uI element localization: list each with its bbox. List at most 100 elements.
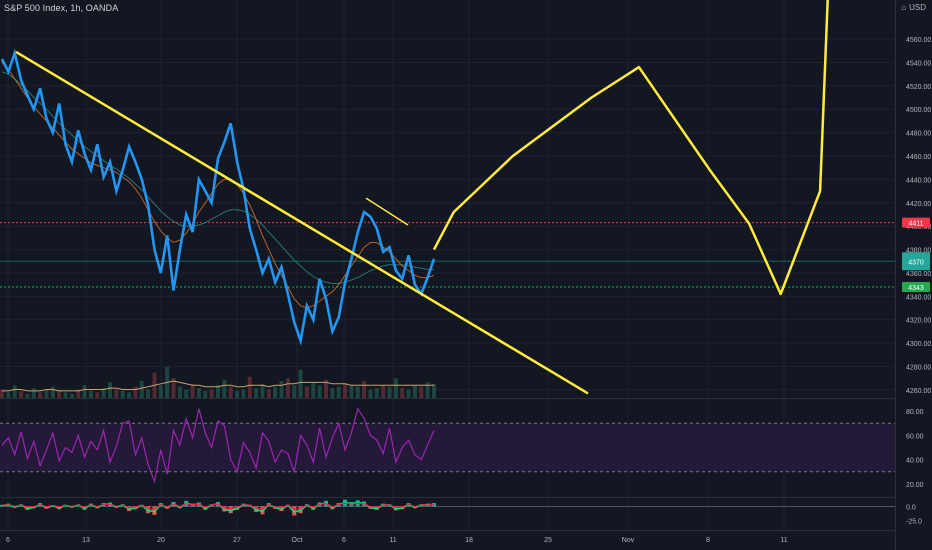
price-tick-label: 4440.00 bbox=[906, 177, 931, 184]
volume-bar bbox=[88, 390, 93, 398]
volume-bar bbox=[266, 389, 271, 398]
time-tick-label: Nov bbox=[622, 537, 635, 544]
volume-bar bbox=[57, 390, 62, 398]
time-tick-label: 25 bbox=[544, 537, 552, 544]
volume-bar bbox=[406, 389, 411, 398]
currency-label: USD bbox=[909, 3, 926, 12]
time-tick-label: 8 bbox=[706, 537, 710, 544]
time-tick-label: 6 bbox=[6, 537, 10, 544]
price-tick-label: 4520.00 bbox=[906, 84, 931, 91]
volume-bar bbox=[279, 381, 284, 398]
price-tick-label: 4460.00 bbox=[906, 154, 931, 161]
volume-bar bbox=[374, 388, 379, 398]
volume-bar bbox=[146, 389, 151, 398]
volume-bar bbox=[241, 389, 246, 398]
volume-bar bbox=[82, 385, 87, 398]
volume-bar bbox=[177, 386, 182, 398]
volume-bar bbox=[273, 386, 278, 398]
volume-bar bbox=[311, 382, 316, 398]
time-tick-label: 11 bbox=[780, 537, 787, 544]
volume-bar bbox=[235, 390, 240, 398]
macd-tick-label: 0.0 bbox=[906, 504, 916, 511]
volume-bar bbox=[368, 389, 373, 398]
volume-bar bbox=[298, 369, 303, 398]
rsi-tick-label: 40.00 bbox=[906, 458, 924, 465]
volume-bar bbox=[292, 385, 297, 398]
rsi-tick-label: 60.00 bbox=[906, 433, 924, 440]
volume-bar bbox=[317, 385, 322, 398]
volume-bar bbox=[412, 385, 417, 398]
volume-bar bbox=[381, 385, 386, 398]
volume-bar bbox=[336, 386, 341, 398]
price-tick-label: 4360.00 bbox=[906, 271, 931, 278]
volume-bar bbox=[50, 386, 55, 398]
time-tick-label: 11 bbox=[389, 537, 396, 544]
volume-bar bbox=[31, 388, 36, 398]
volume-bar bbox=[19, 390, 24, 398]
time-tick-label: 27 bbox=[233, 537, 241, 544]
volume-bar bbox=[387, 386, 392, 398]
volume-bar bbox=[184, 389, 189, 398]
volume-bar bbox=[139, 381, 144, 398]
volume-bar bbox=[12, 385, 17, 398]
volume-bar bbox=[209, 389, 214, 398]
volume-bar bbox=[355, 386, 360, 398]
volume-bar bbox=[425, 382, 430, 398]
currency-selector[interactable]: ⌂ USD bbox=[898, 3, 926, 12]
lock-icon: ⌂ bbox=[901, 3, 907, 12]
volume-bar bbox=[400, 388, 405, 398]
price-tick-label: 4500.00 bbox=[906, 107, 931, 114]
volume-bar bbox=[349, 385, 354, 398]
series-ma-slow bbox=[1, 71, 434, 284]
volume-bar bbox=[419, 386, 424, 398]
symbol-title[interactable]: S&P 500 Index, 1h, OANDA bbox=[4, 3, 118, 13]
price-label-current: 4370 bbox=[908, 259, 924, 266]
volume-bar bbox=[228, 386, 233, 398]
price-axis-border bbox=[895, 0, 896, 550]
price-tick-label: 4260.00 bbox=[906, 388, 931, 395]
price-tick-label: 4420.00 bbox=[906, 201, 931, 208]
volume-bar bbox=[120, 390, 125, 398]
volume-bar bbox=[304, 386, 309, 398]
price-tick-label: 4480.00 bbox=[906, 131, 931, 138]
price-tick-label: 4560.00 bbox=[906, 37, 931, 44]
chart-canvas[interactable]: 4260.00 4280.00 4300.00 4320.00 4340.00 4360.… bbox=[0, 0, 932, 550]
price-tick-label: 4340.00 bbox=[906, 294, 931, 301]
price-tick-label: 4280.00 bbox=[906, 364, 931, 371]
rsi-tick-label: 80.00 bbox=[906, 409, 924, 416]
volume-bar bbox=[393, 378, 398, 398]
time-tick-label: 6 bbox=[342, 537, 346, 544]
volume-bar bbox=[285, 378, 290, 398]
time-tick-label: 13 bbox=[82, 537, 90, 544]
series-price bbox=[0, 48, 436, 346]
volume-bar bbox=[222, 379, 227, 398]
volume-bar bbox=[158, 385, 163, 398]
pane-divider-macd[interactable] bbox=[0, 497, 895, 498]
time-tick-label: 18 bbox=[465, 537, 473, 544]
time-tick-label: Oct bbox=[292, 537, 303, 544]
volume-bar bbox=[44, 389, 49, 398]
price-tick-label: 4540.00 bbox=[906, 60, 931, 67]
price-label-support: 4343 bbox=[908, 285, 924, 292]
time-tick-label: 20 bbox=[157, 537, 165, 544]
volume-bar bbox=[190, 383, 195, 398]
volume-bar bbox=[108, 382, 112, 398]
volume-bar bbox=[362, 381, 367, 398]
volume-bar bbox=[432, 383, 436, 398]
price-tick-label: 4300.00 bbox=[906, 341, 931, 348]
price-tick-label: 4320.00 bbox=[906, 318, 931, 325]
volume-bar bbox=[247, 376, 252, 398]
rsi-tick-label: 20.00 bbox=[906, 482, 924, 489]
price-label-resistance: 4411 bbox=[908, 221, 923, 228]
time-axis-border bbox=[0, 530, 895, 531]
volume-bar bbox=[196, 388, 201, 398]
volume-bar bbox=[114, 389, 119, 398]
volume-bar bbox=[330, 388, 335, 398]
pane-divider-rsi[interactable] bbox=[0, 398, 895, 399]
volume-bar bbox=[343, 383, 348, 398]
macd-tick-label: -25.0 bbox=[906, 519, 922, 526]
chart-root[interactable]: 4260.00 4280.00 4300.00 4320.00 4340.00 4360.… bbox=[0, 0, 932, 550]
volume-bar bbox=[254, 388, 259, 398]
volume-bar bbox=[203, 390, 208, 398]
volume-bar bbox=[133, 386, 138, 398]
